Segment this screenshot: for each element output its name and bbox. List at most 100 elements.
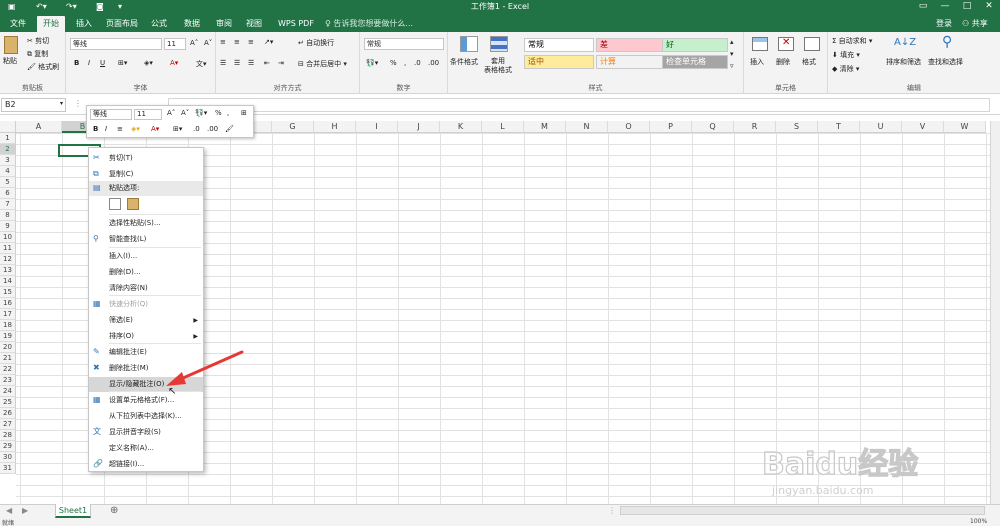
mini-font-color-icon[interactable]: A▾ bbox=[151, 125, 159, 133]
align-bottom-icon[interactable]: ≡ bbox=[248, 38, 254, 46]
copy-button[interactable]: ⧉ 复制 bbox=[27, 49, 48, 59]
increase-font-icon[interactable]: A˄ bbox=[190, 39, 198, 47]
row-header-15[interactable]: 15 bbox=[0, 287, 16, 298]
increase-indent-icon[interactable]: ⇥ bbox=[278, 59, 284, 67]
context-menu-item[interactable]: ⧉ 复制(C) bbox=[89, 167, 203, 182]
row-header-12[interactable]: 12 bbox=[0, 254, 16, 265]
row-header-29[interactable]: 29 bbox=[0, 441, 16, 452]
column-header-r[interactable]: R bbox=[734, 121, 776, 133]
row-header-18[interactable]: 18 bbox=[0, 320, 16, 331]
sort-filter-icon[interactable]: A↓Z bbox=[894, 37, 916, 48]
row-header-3[interactable]: 3 bbox=[0, 155, 16, 166]
row-header-2[interactable]: 2 bbox=[0, 144, 16, 155]
gallery-down-icon[interactable]: ▾ bbox=[730, 50, 734, 58]
context-menu-item[interactable]: 文显示拼音字段(S) bbox=[89, 425, 203, 440]
tab-formulas[interactable]: 公式 bbox=[145, 16, 173, 32]
column-header-u[interactable]: U bbox=[860, 121, 902, 133]
tab-insert[interactable]: 插入 bbox=[70, 16, 98, 32]
orientation-icon[interactable]: ↗▾ bbox=[264, 38, 273, 46]
row-header-22[interactable]: 22 bbox=[0, 364, 16, 375]
prev-sheet-icon[interactable]: ◀ bbox=[6, 506, 12, 515]
column-header-p[interactable]: P bbox=[650, 121, 692, 133]
context-menu-item[interactable]: ▦ 快速分析(Q) bbox=[89, 297, 203, 312]
context-menu-item[interactable]: ▦ 设置单元格格式(F)... bbox=[89, 393, 203, 408]
name-box[interactable]: B2 bbox=[1, 98, 66, 112]
minimize-icon[interactable]: — bbox=[934, 0, 956, 13]
align-center-icon[interactable]: ☰ bbox=[234, 59, 240, 67]
context-menu-item[interactable]: 插入(I)... bbox=[89, 249, 203, 264]
row-header-6[interactable]: 6 bbox=[0, 188, 16, 199]
insert-cells-button[interactable]: 插入 bbox=[750, 57, 764, 67]
row-header-9[interactable]: 9 bbox=[0, 221, 16, 232]
mini-bold-button[interactable]: B bbox=[93, 125, 98, 133]
paste-button[interactable]: 粘贴 bbox=[3, 56, 17, 66]
cell-style-2[interactable]: 好 bbox=[662, 38, 728, 52]
row-header-4[interactable]: 4 bbox=[0, 166, 16, 177]
context-menu-item[interactable]: 删除(D)... bbox=[89, 265, 203, 280]
paste-options-row[interactable] bbox=[89, 197, 203, 212]
increase-decimal-icon[interactable]: .0 bbox=[414, 59, 421, 67]
decrease-font-icon[interactable]: A˅ bbox=[204, 39, 212, 47]
context-menu-item[interactable]: 🔗 超链接(I)... bbox=[89, 457, 203, 472]
column-header-t[interactable]: T bbox=[818, 121, 860, 133]
mini-italic-button[interactable]: I bbox=[105, 125, 107, 133]
comma-icon[interactable]: , bbox=[404, 59, 406, 67]
autosum-button[interactable]: Σ 自动求和 ▾ bbox=[832, 36, 872, 46]
fill-button[interactable]: ⬇ 填充 ▾ bbox=[832, 50, 860, 60]
row-header-7[interactable]: 7 bbox=[0, 199, 16, 210]
mini-decrease-decimal-icon[interactable]: .00 bbox=[207, 125, 218, 133]
mini-increase-decimal-icon[interactable]: .0 bbox=[193, 125, 200, 133]
column-header-k[interactable]: K bbox=[440, 121, 482, 133]
column-header-o[interactable]: O bbox=[608, 121, 650, 133]
cut-button[interactable]: ✂ 剪切 bbox=[27, 36, 49, 46]
mini-decrease-font-icon[interactable]: A˅ bbox=[181, 109, 189, 117]
font-size-select[interactable]: 11 bbox=[164, 38, 186, 50]
column-header-n[interactable]: N bbox=[566, 121, 608, 133]
cell-style-5[interactable]: 检查单元格 bbox=[662, 55, 728, 69]
cell-style-1[interactable]: 差 bbox=[596, 38, 666, 52]
row-header-25[interactable]: 25 bbox=[0, 397, 16, 408]
paste-formatting-icon[interactable] bbox=[109, 198, 121, 210]
mini-border-icon[interactable]: ⊞▾ bbox=[173, 125, 182, 133]
mini-comma-icon[interactable]: , bbox=[227, 109, 229, 117]
context-menu-item[interactable]: 从下拉列表中选择(K)... bbox=[89, 409, 203, 424]
next-sheet-icon[interactable]: ▶ bbox=[22, 506, 28, 515]
column-header-g[interactable]: G bbox=[272, 121, 314, 133]
column-header-a[interactable]: A bbox=[16, 121, 62, 133]
column-header-l[interactable]: L bbox=[482, 121, 524, 133]
row-header-27[interactable]: 27 bbox=[0, 419, 16, 430]
italic-button[interactable]: I bbox=[88, 59, 90, 67]
paste-values-icon[interactable] bbox=[127, 198, 139, 210]
delete-cells-icon[interactable]: ✕ bbox=[778, 37, 794, 51]
align-left-icon[interactable]: ☰ bbox=[220, 59, 226, 67]
login-link[interactable]: 登录 bbox=[936, 16, 952, 32]
bold-button[interactable]: B bbox=[74, 59, 79, 67]
row-header-11[interactable]: 11 bbox=[0, 243, 16, 254]
add-sheet-icon[interactable]: ⊕ bbox=[110, 505, 118, 516]
table-format-icon[interactable] bbox=[490, 36, 508, 52]
cell-style-0[interactable]: 常规 bbox=[524, 38, 594, 52]
mini-font-name[interactable]: 等线 bbox=[90, 109, 132, 120]
cell-style-4[interactable]: 计算 bbox=[596, 55, 666, 69]
delete-cells-button[interactable]: 删除 bbox=[776, 57, 790, 67]
merge-center-button[interactable]: ⊟ 合并后居中 ▾ bbox=[298, 59, 347, 69]
percent-icon[interactable]: % bbox=[390, 59, 397, 67]
format-painter-button[interactable]: 🖌 格式刷 bbox=[27, 62, 59, 72]
vertical-scrollbar[interactable] bbox=[990, 121, 1000, 504]
tab-page-layout[interactable]: 页面布局 bbox=[100, 16, 144, 32]
find-icon[interactable]: ⚲ bbox=[942, 34, 952, 50]
formula-input[interactable] bbox=[168, 98, 990, 112]
row-header-31[interactable]: 31 bbox=[0, 463, 16, 474]
row-header-30[interactable]: 30 bbox=[0, 452, 16, 463]
wrap-text-button[interactable]: ↵ 自动换行 bbox=[298, 38, 334, 48]
insert-cells-icon[interactable] bbox=[752, 37, 768, 51]
row-header-28[interactable]: 28 bbox=[0, 430, 16, 441]
cell-style-3[interactable]: 适中 bbox=[524, 55, 594, 69]
context-menu-item[interactable]: ✂ 剪切(T) bbox=[89, 151, 203, 166]
row-header-13[interactable]: 13 bbox=[0, 265, 16, 276]
align-right-icon[interactable]: ☰ bbox=[248, 59, 254, 67]
column-header-s[interactable]: S bbox=[776, 121, 818, 133]
tab-review[interactable]: 审阅 bbox=[210, 16, 238, 32]
conditional-format-icon[interactable] bbox=[460, 36, 478, 52]
column-header-q[interactable]: Q bbox=[692, 121, 734, 133]
